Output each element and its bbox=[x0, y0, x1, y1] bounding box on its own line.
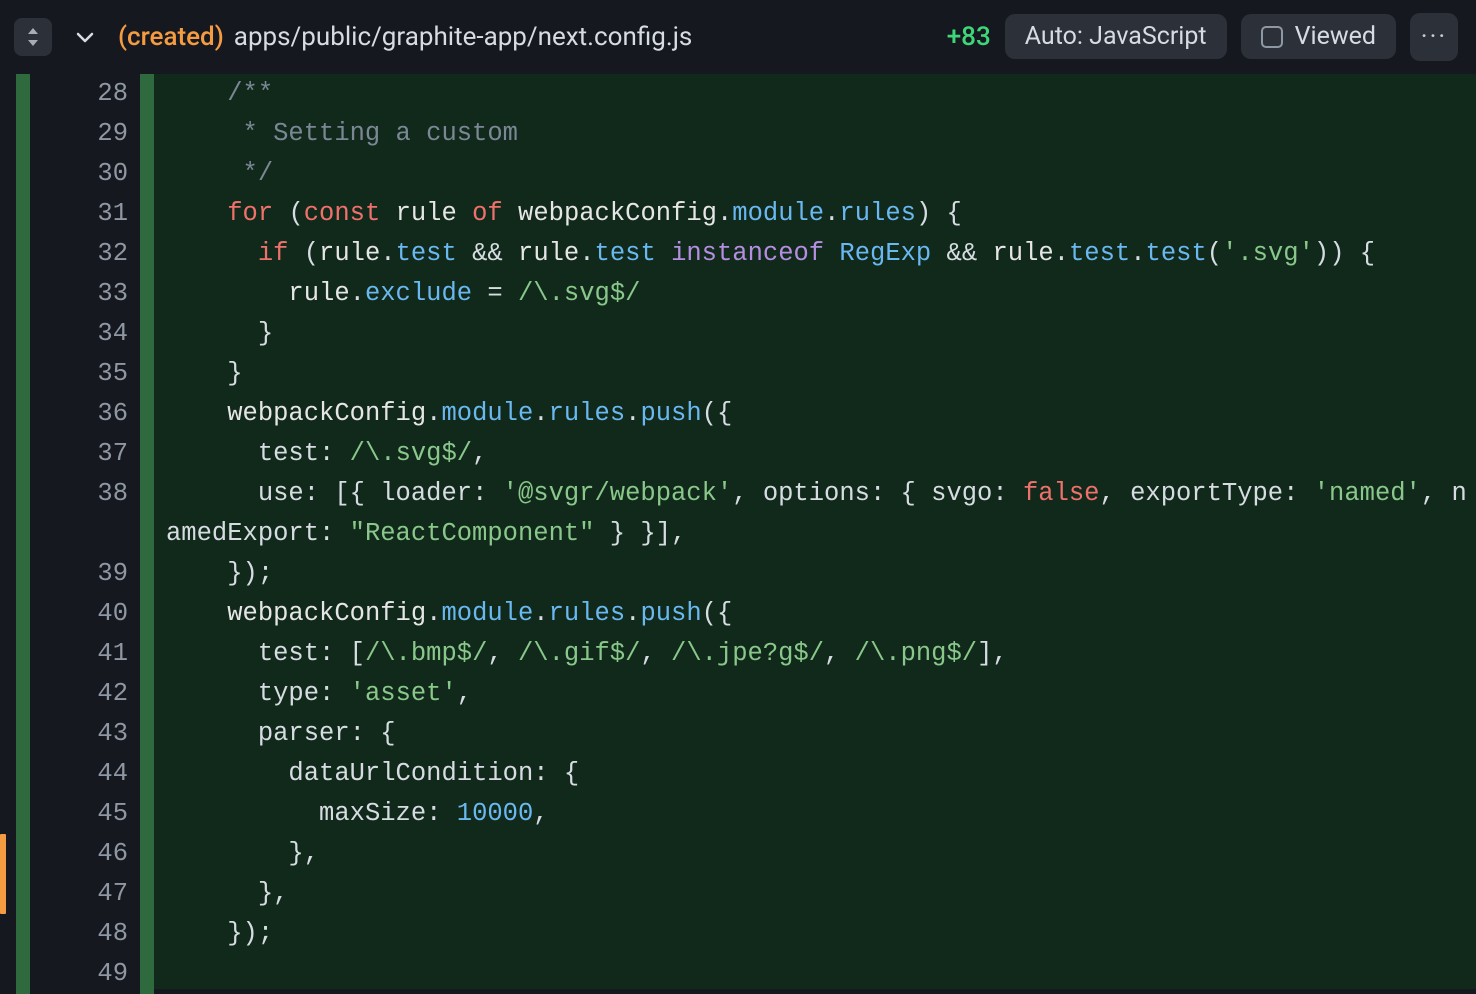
gutter-row: 46 bbox=[0, 834, 154, 874]
chevron-down-icon bbox=[74, 26, 96, 48]
gutter-row: 48 bbox=[0, 914, 154, 954]
sort-icon bbox=[24, 26, 42, 48]
gutter: 2829303132333435363738 394041424344454647… bbox=[0, 74, 154, 989]
line-number: 33 bbox=[30, 274, 140, 314]
gutter-row: 29 bbox=[0, 114, 154, 154]
line-number: 44 bbox=[30, 754, 140, 794]
gutter-row: 40 bbox=[0, 594, 154, 634]
code-line[interactable]: parser: { bbox=[166, 714, 1476, 754]
code-line[interactable]: rule.exclude = /\.svg$/ bbox=[166, 274, 1476, 314]
line-number: 32 bbox=[30, 234, 140, 274]
code-line[interactable]: webpackConfig.module.rules.push({ bbox=[166, 394, 1476, 434]
code-line[interactable]: /** bbox=[166, 74, 1476, 114]
line-number: 30 bbox=[30, 154, 140, 194]
code-line[interactable]: }); bbox=[166, 914, 1476, 954]
line-number bbox=[30, 514, 140, 554]
language-selector[interactable]: Auto: JavaScript bbox=[1005, 14, 1227, 59]
line-number: 45 bbox=[30, 794, 140, 834]
diff-additions: +83 bbox=[947, 22, 991, 52]
more-menu-button[interactable]: ··· bbox=[1410, 13, 1458, 61]
line-number: 31 bbox=[30, 194, 140, 234]
code-line[interactable]: } bbox=[166, 354, 1476, 394]
line-number: 39 bbox=[30, 554, 140, 594]
code-line[interactable]: type: 'asset', bbox=[166, 674, 1476, 714]
file-header: (created) apps/public/graphite-app/next.… bbox=[0, 0, 1476, 74]
code-line[interactable]: use: [{ loader: '@svgr/webpack', options… bbox=[166, 474, 1476, 554]
code-line[interactable]: }); bbox=[166, 554, 1476, 594]
viewed-label: Viewed bbox=[1295, 22, 1376, 51]
line-number: 41 bbox=[30, 634, 140, 674]
gutter-row: 28 bbox=[0, 74, 154, 114]
gutter-row: 39 bbox=[0, 554, 154, 594]
line-number: 49 bbox=[30, 954, 140, 994]
code-line[interactable]: dataUrlCondition: { bbox=[166, 754, 1476, 794]
gutter-row: 37 bbox=[0, 434, 154, 474]
gutter-row: 38 bbox=[0, 474, 154, 514]
code-line[interactable]: if (rule.test && rule.test instanceof Re… bbox=[166, 234, 1476, 274]
line-number: 38 bbox=[30, 474, 140, 514]
code-line[interactable]: }, bbox=[166, 874, 1476, 914]
code-line[interactable]: for (const rule of webpackConfig.module.… bbox=[166, 194, 1476, 234]
gutter-row: 47 bbox=[0, 874, 154, 914]
file-path[interactable]: apps/public/graphite-app/next.config.js bbox=[234, 22, 693, 52]
gutter-row: 35 bbox=[0, 354, 154, 394]
line-number: 46 bbox=[30, 834, 140, 874]
ellipsis-icon: ··· bbox=[1421, 22, 1447, 52]
expand-collapse-button[interactable] bbox=[14, 18, 52, 56]
gutter-row: 33 bbox=[0, 274, 154, 314]
gutter-row: 34 bbox=[0, 314, 154, 354]
line-number: 35 bbox=[30, 354, 140, 394]
line-number: 28 bbox=[30, 74, 140, 114]
code-diff-view: 2829303132333435363738 394041424344454647… bbox=[0, 74, 1476, 989]
gutter-row: 49 bbox=[0, 954, 154, 994]
line-number: 42 bbox=[30, 674, 140, 714]
line-number: 47 bbox=[30, 874, 140, 914]
gutter-row bbox=[0, 514, 154, 554]
cursor-marker bbox=[0, 834, 6, 914]
gutter-row: 30 bbox=[0, 154, 154, 194]
code-content[interactable]: /** * Setting a custom */ for (const rul… bbox=[154, 74, 1476, 989]
gutter-row: 41 bbox=[0, 634, 154, 674]
file-status: (created) bbox=[118, 22, 224, 52]
gutter-row: 44 bbox=[0, 754, 154, 794]
code-line[interactable]: test: [/\.bmp$/, /\.gif$/, /\.jpe?g$/, /… bbox=[166, 634, 1476, 674]
checkbox-empty-icon bbox=[1261, 26, 1283, 48]
viewed-toggle[interactable]: Viewed bbox=[1241, 14, 1396, 59]
language-label: Auto: JavaScript bbox=[1025, 22, 1207, 51]
gutter-row: 43 bbox=[0, 714, 154, 754]
code-line[interactable]: maxSize: 10000, bbox=[166, 794, 1476, 834]
line-number: 43 bbox=[30, 714, 140, 754]
line-number: 40 bbox=[30, 594, 140, 634]
line-number: 29 bbox=[30, 114, 140, 154]
line-number: 37 bbox=[30, 434, 140, 474]
code-line[interactable]: webpackConfig.module.rules.push({ bbox=[166, 594, 1476, 634]
gutter-row: 45 bbox=[0, 794, 154, 834]
chevron-down-button[interactable] bbox=[66, 18, 104, 56]
line-number: 36 bbox=[30, 394, 140, 434]
file-title: (created) apps/public/graphite-app/next.… bbox=[118, 22, 933, 52]
code-line[interactable]: * Setting a custom bbox=[166, 114, 1476, 154]
gutter-row: 31 bbox=[0, 194, 154, 234]
code-line[interactable]: } bbox=[166, 314, 1476, 354]
line-number: 48 bbox=[30, 914, 140, 954]
code-line[interactable]: */ bbox=[166, 154, 1476, 194]
gutter-row: 32 bbox=[0, 234, 154, 274]
gutter-row: 42 bbox=[0, 674, 154, 714]
code-line[interactable] bbox=[166, 954, 1476, 989]
code-line[interactable]: }, bbox=[166, 834, 1476, 874]
line-number: 34 bbox=[30, 314, 140, 354]
code-line[interactable]: test: /\.svg$/, bbox=[166, 434, 1476, 474]
gutter-row: 36 bbox=[0, 394, 154, 434]
